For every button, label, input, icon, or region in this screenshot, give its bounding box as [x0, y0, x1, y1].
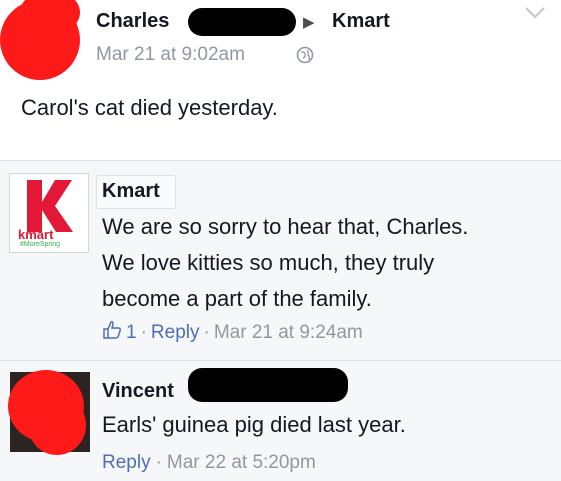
comment-body: Earls' guinea pig died last year.: [102, 412, 406, 437]
kmart-wordmark: kmart: [18, 227, 54, 242]
chevron-down-icon[interactable]: [524, 6, 546, 25]
comment-body: We are so sorry to hear that, Charles. W…: [102, 209, 468, 317]
post-text: Carol's cat died yesterday.: [21, 95, 278, 120]
comment-line: become a part of the family.: [102, 286, 372, 311]
reply-link[interactable]: Reply: [151, 322, 200, 344]
comment-actions: Reply · Mar 22 at 5:20pm: [102, 452, 316, 474]
reply-link[interactable]: Reply: [102, 452, 151, 474]
comment-actions: 1 · Reply · Mar 21 at 9:24am: [102, 320, 363, 346]
kmart-logo[interactable]: kmart #MoreSpring: [9, 173, 89, 253]
comment-author-name[interactable]: Kmart: [102, 180, 160, 203]
like-icon[interactable]: [102, 320, 122, 346]
divider: [0, 160, 561, 161]
name-redaction: [188, 368, 348, 402]
separator-dot: ·: [203, 322, 210, 343]
separator-dot: ·: [155, 452, 162, 473]
comment-timestamp[interactable]: Mar 21 at 9:24am: [214, 322, 363, 344]
separator-dot: ·: [140, 322, 147, 343]
globe-icon: [296, 46, 314, 69]
post-author-name[interactable]: Charles: [96, 10, 169, 33]
post-timestamp[interactable]: Mar 21 at 9:02am: [96, 44, 245, 66]
comment-line: We are so sorry to hear that, Charles.: [102, 214, 469, 239]
divider: [0, 360, 561, 361]
comment-author-name[interactable]: Vincent: [102, 380, 174, 403]
post-target-page[interactable]: Kmart: [332, 10, 390, 33]
kmart-tagline: #MoreSpring: [20, 241, 61, 248]
like-count[interactable]: 1: [126, 322, 137, 344]
name-redaction: [188, 8, 296, 36]
comment-timestamp[interactable]: Mar 22 at 5:20pm: [167, 452, 316, 474]
comment-line: We love kitties so much, they truly: [102, 250, 435, 275]
arrow-icon: ▶: [303, 14, 315, 31]
